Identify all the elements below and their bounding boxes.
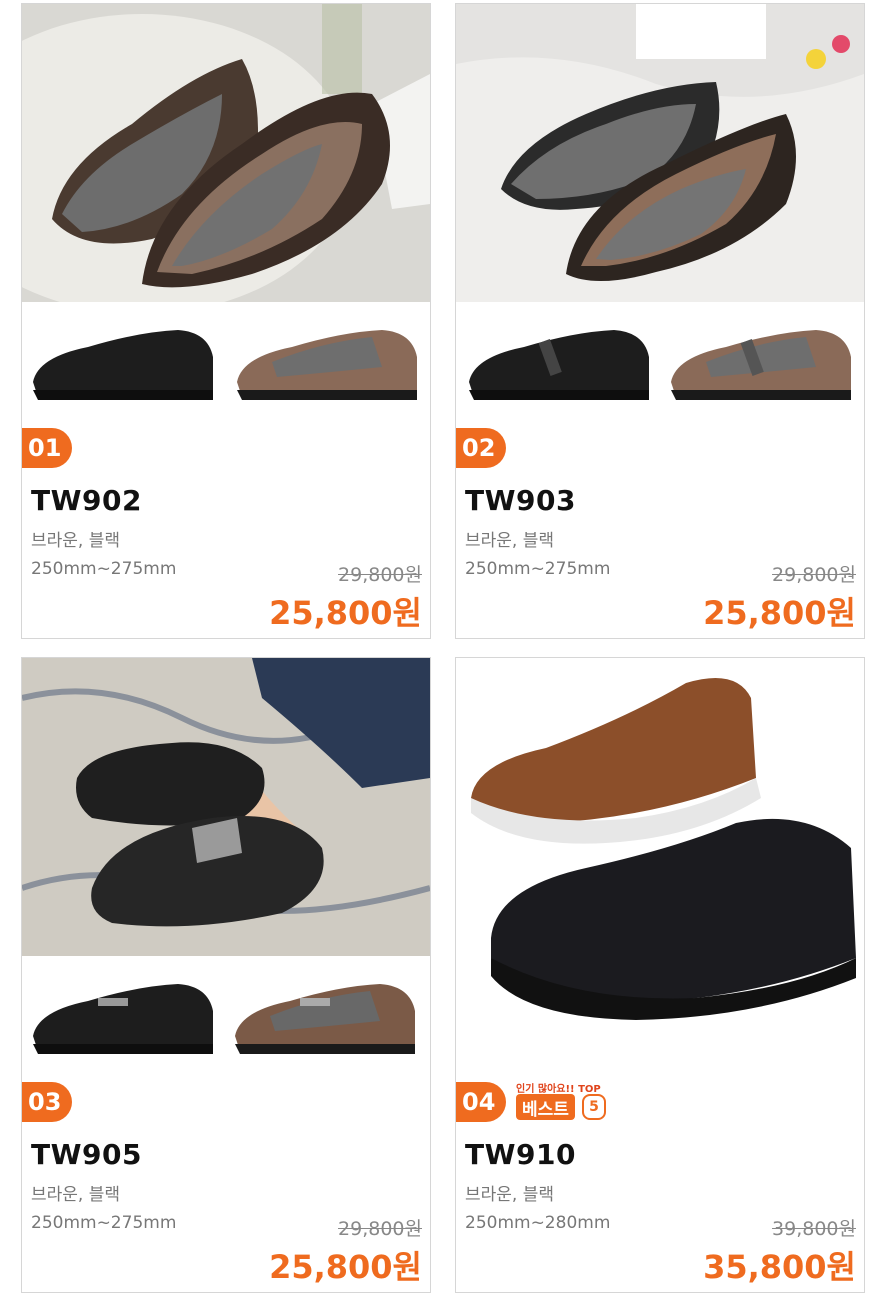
original-price: 29,800원 — [772, 564, 856, 586]
sale-price: 25,800원 — [703, 594, 856, 632]
product-number-badge: 04 — [456, 1082, 506, 1122]
product-model[interactable]: TW903 — [465, 484, 576, 517]
product-card[interactable]: 02 TW903 브라운, 블랙 250mm~275mm 29,800원 25,… — [455, 3, 865, 639]
product-size-range: 250mm~280mm — [465, 1213, 611, 1233]
product-number-badge: 02 — [456, 428, 506, 468]
sale-price: 25,800원 — [269, 1248, 422, 1286]
product-main-photo[interactable] — [456, 658, 864, 1068]
product-model[interactable]: TW910 — [465, 1138, 576, 1171]
original-price: 39,800원 — [772, 1218, 856, 1240]
product-colors: 브라운, 블랙 — [31, 531, 121, 551]
product-colors: 브라운, 블랙 — [465, 1185, 555, 1205]
product-main-photo[interactable] — [22, 4, 430, 302]
color-thumbnails — [456, 304, 864, 414]
thumbnail-brown[interactable] — [666, 312, 856, 407]
original-price: 29,800원 — [338, 1218, 422, 1240]
thumbnail-black[interactable] — [28, 966, 218, 1061]
product-number-badge: 01 — [22, 428, 72, 468]
thumbnail-black[interactable] — [464, 312, 654, 407]
product-main-photo[interactable] — [456, 4, 864, 302]
best-badge-caption: 인기 많아요!! TOP — [516, 1084, 601, 1095]
color-thumbnails — [22, 304, 430, 414]
product-size-range: 250mm~275mm — [31, 559, 177, 579]
product-main-photo[interactable] — [22, 658, 430, 956]
product-model[interactable]: TW905 — [31, 1138, 142, 1171]
product-card[interactable]: 01 TW902 브라운, 블랙 250mm~275mm 29,800원 25,… — [21, 3, 431, 639]
best-badge-rank: 5 — [582, 1094, 606, 1120]
product-card[interactable]: 04 인기 많아요!! TOP 베스트 5 TW910 브라운, 블랙 250m… — [455, 657, 865, 1293]
thumbnail-black[interactable] — [28, 312, 218, 407]
sale-price: 35,800원 — [703, 1248, 856, 1286]
best-badge-label: 베스트 — [516, 1094, 575, 1120]
product-number-badge: 03 — [22, 1082, 72, 1122]
sale-price: 25,800원 — [269, 594, 422, 632]
original-price: 29,800원 — [338, 564, 422, 586]
product-card[interactable]: 03 TW905 브라운, 블랙 250mm~275mm 29,800원 25,… — [21, 657, 431, 1293]
product-colors: 브라운, 블랙 — [465, 531, 555, 551]
thumbnail-brown[interactable] — [230, 966, 420, 1061]
best-top5-badge: 인기 많아요!! TOP 베스트 5 — [516, 1080, 608, 1124]
thumbnail-brown[interactable] — [232, 312, 422, 407]
product-model[interactable]: TW902 — [31, 484, 142, 517]
color-thumbnails — [22, 958, 430, 1068]
product-size-range: 250mm~275mm — [31, 1213, 177, 1233]
product-size-range: 250mm~275mm — [465, 559, 611, 579]
product-colors: 브라운, 블랙 — [31, 1185, 121, 1205]
